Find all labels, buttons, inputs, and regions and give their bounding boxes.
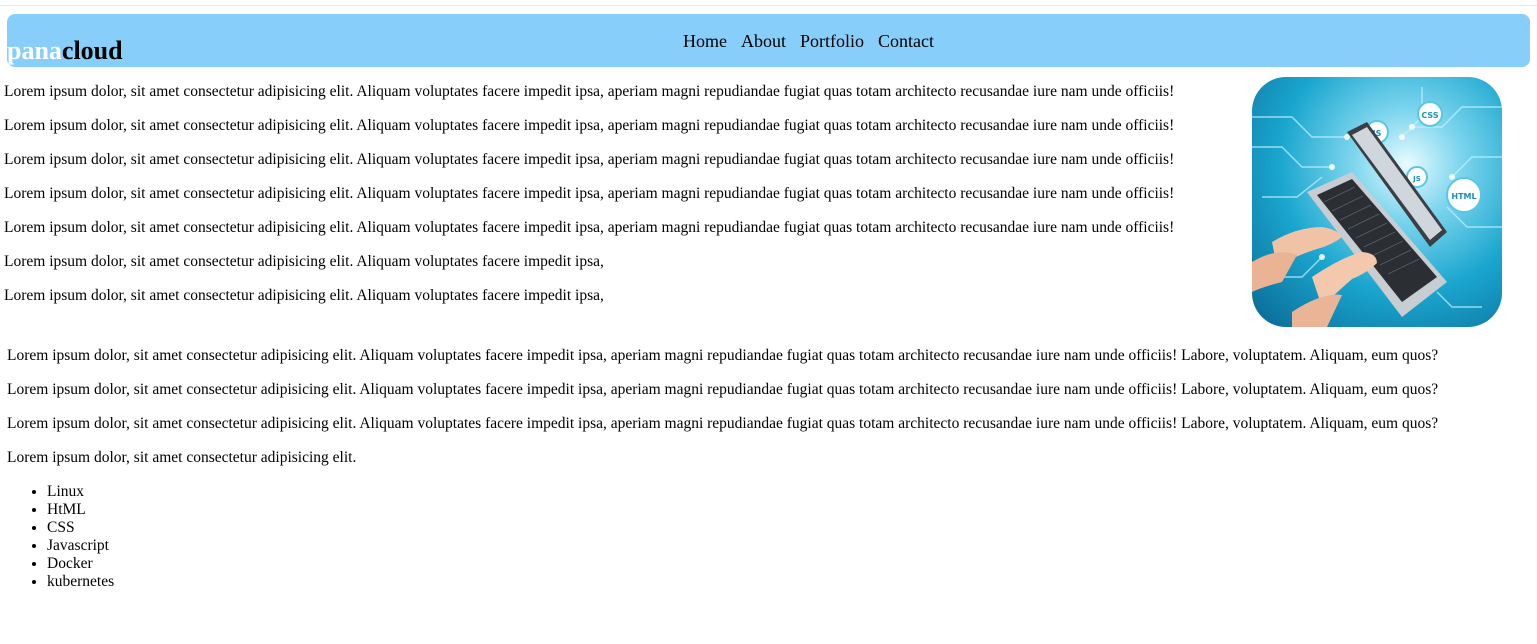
brand-logo-part-pana: pana: [7, 36, 62, 65]
list-item: Linux: [47, 483, 114, 501]
body-paragraph: Lorem ipsum dolor, sit amet consectetur …: [7, 347, 1439, 364]
brand-logo-part-cloud: cloud: [61, 36, 123, 65]
nav-link-about[interactable]: About: [734, 30, 793, 52]
body-paragraph: Lorem ipsum dolor, sit amet consectetur …: [7, 381, 1439, 398]
nav-link-contact[interactable]: Contact: [871, 30, 941, 52]
top-divider: [0, 5, 1537, 6]
list-item: kubernetes: [47, 573, 114, 591]
brand-logo[interactable]: panacloud: [7, 36, 123, 66]
body-paragraph: Lorem ipsum dolor, sit amet consectetur …: [7, 449, 357, 466]
intro-paragraph: Lorem ipsum dolor, sit amet consectetur …: [4, 253, 604, 270]
nav-link-portfolio[interactable]: Portfolio: [793, 30, 871, 52]
laptop-coding-icon: JS CSS JS HTML: [1252, 77, 1502, 327]
badge-js-label-2: JS: [1412, 175, 1421, 183]
list-item: Javascript: [47, 537, 114, 555]
list-item: HtML: [47, 501, 114, 519]
badge-css-label: CSS: [1421, 111, 1438, 120]
body-paragraph: Lorem ipsum dolor, sit amet consectetur …: [7, 415, 1439, 432]
intro-paragraph: Lorem ipsum dolor, sit amet consectetur …: [4, 219, 1175, 236]
nav-link-home[interactable]: Home: [676, 30, 734, 52]
intro-paragraph: Lorem ipsum dolor, sit amet consectetur …: [4, 83, 1175, 100]
intro-paragraph: Lorem ipsum dolor, sit amet consectetur …: [4, 185, 1175, 202]
badge-html-label: HTML: [1451, 192, 1476, 201]
laptop-coding-image: JS CSS JS HTML: [1252, 77, 1502, 327]
main-nav: Home About Portfolio Contact: [676, 30, 941, 52]
intro-paragraph: Lorem ipsum dolor, sit amet consectetur …: [4, 151, 1175, 168]
site-header: panacloud Home About Portfolio Contact: [7, 14, 1530, 67]
intro-paragraph: Lorem ipsum dolor, sit amet consectetur …: [4, 287, 604, 304]
intro-paragraph: Lorem ipsum dolor, sit amet consectetur …: [4, 117, 1175, 134]
skills-list: Linux HtML CSS Javascript Docker kuberne…: [7, 483, 114, 591]
list-item: Docker: [47, 555, 114, 573]
list-item: CSS: [47, 519, 114, 537]
